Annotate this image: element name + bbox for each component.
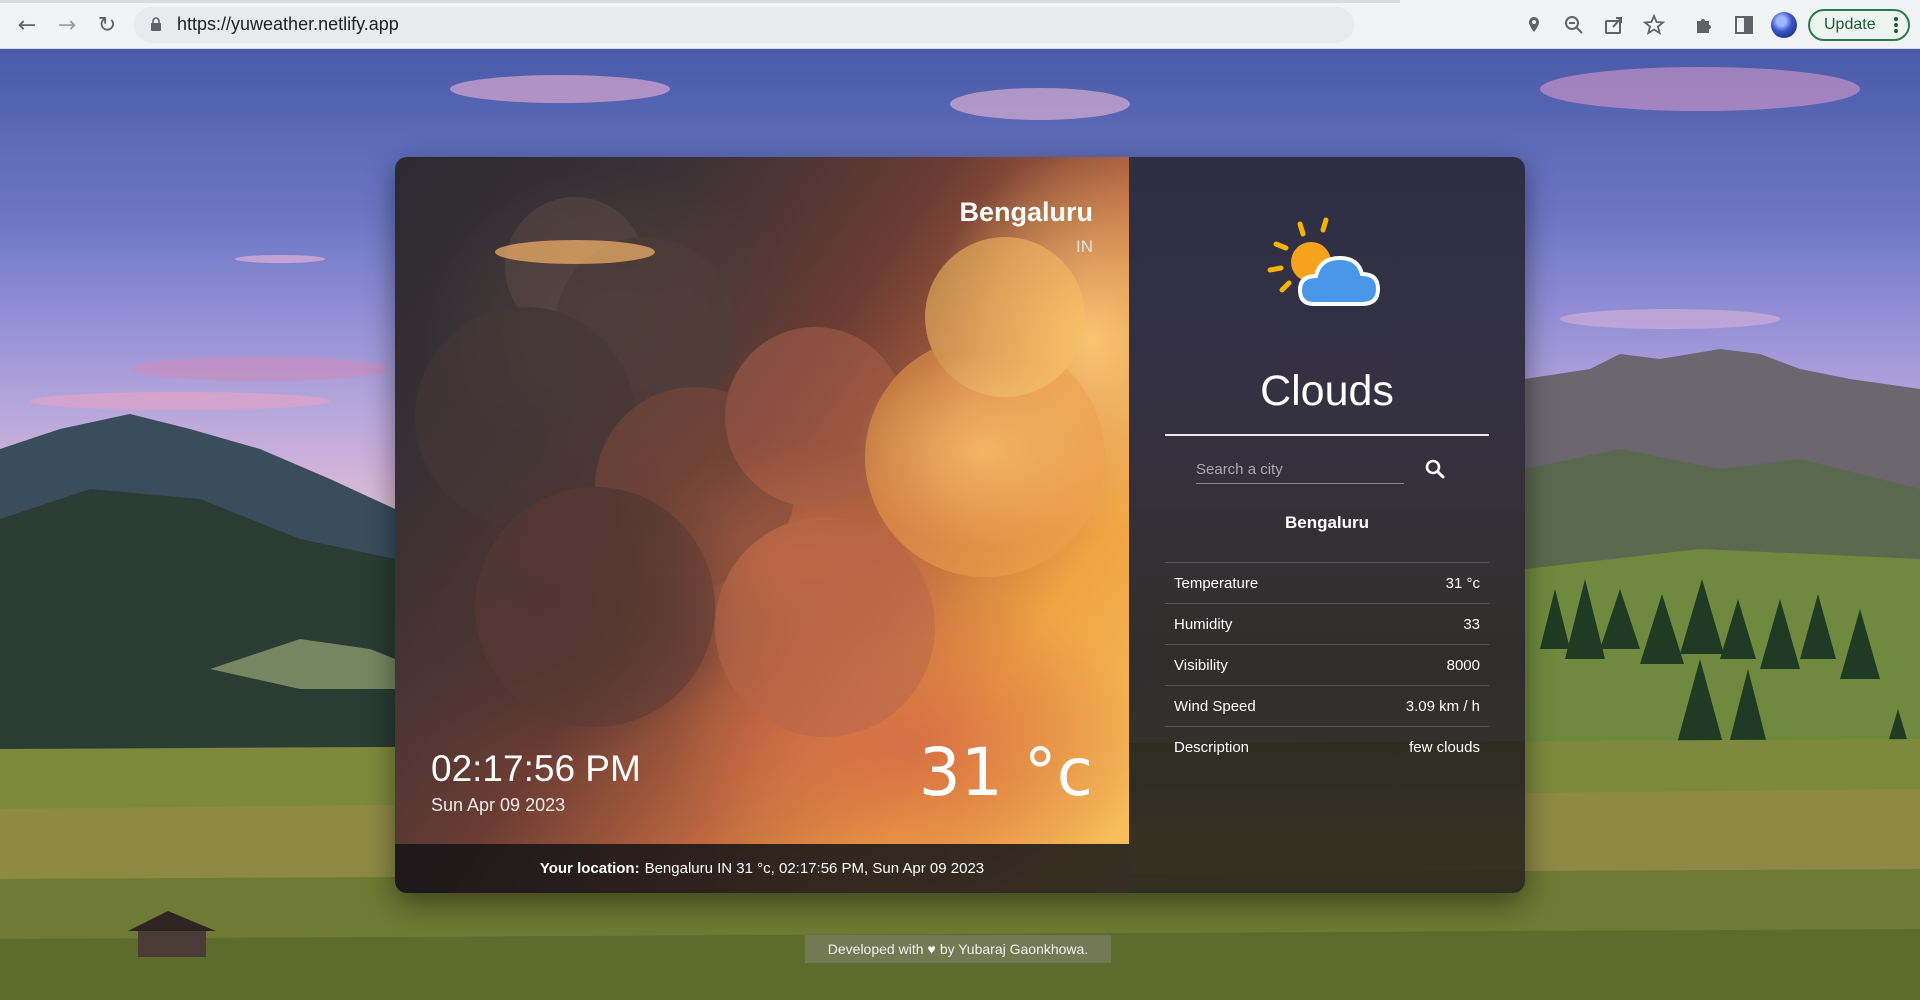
profile-avatar[interactable] <box>1771 12 1797 38</box>
browser-toolbar: ← → ↻ https://yuweather.netlify.app Upda… <box>0 0 1920 49</box>
weather-condition: Clouds <box>1260 367 1394 415</box>
big-temperature: 31 °c <box>918 734 1093 811</box>
detail-label: Wind Speed <box>1174 697 1256 715</box>
credit-prefix: Developed with <box>827 941 924 957</box>
location-summary-bar: Your location: Bengaluru IN 31 °c, 02:17… <box>395 844 1129 893</box>
location-pin-icon[interactable] <box>1521 12 1547 38</box>
detail-value: 31 °c <box>1445 574 1480 592</box>
developer-credit: Developed with ♥ by Yubaraj Gaonkhowa. <box>805 935 1111 963</box>
zoom-out-icon[interactable] <box>1561 12 1587 38</box>
lock-icon <box>151 17 161 31</box>
detail-value: 3.09 km / h <box>1405 697 1480 715</box>
current-date: Sun Apr 09 2023 <box>431 795 566 815</box>
weather-hero-panel: Bengaluru IN 02:17:56 PM Sun Apr 09 2023… <box>395 157 1129 893</box>
tab-strip-edge <box>0 0 1400 3</box>
current-time: 02:17:56 PM <box>431 748 641 789</box>
divider <box>1165 434 1489 436</box>
city-search-input[interactable] <box>1196 456 1404 484</box>
detail-row-humidity: Humidity 33 <box>1165 603 1489 644</box>
update-button-label: Update <box>1824 16 1876 33</box>
search-result-city: Bengaluru <box>1284 513 1370 532</box>
reload-icon[interactable]: ↻ <box>93 11 121 39</box>
location-label: Your location: <box>539 860 640 877</box>
url-text[interactable]: https://yuweather.netlify.app <box>177 14 399 35</box>
forward-icon[interactable]: → <box>53 11 81 39</box>
credit-suffix: by Yubaraj Gaonkhowa. <box>939 941 1089 957</box>
detail-value: few clouds <box>1409 738 1480 756</box>
detail-row-description: Description few clouds <box>1165 726 1489 767</box>
bookmark-star-icon[interactable] <box>1641 12 1667 38</box>
weather-card: Bengaluru IN 02:17:56 PM Sun Apr 09 2023… <box>395 157 1525 893</box>
detail-row-visibility: Visibility 8000 <box>1165 644 1489 685</box>
back-icon[interactable]: ← <box>13 11 41 39</box>
city-name: Bengaluru <box>959 197 1093 227</box>
detail-label: Visibility <box>1174 656 1228 674</box>
detail-row-temperature: Temperature 31 °c <box>1165 562 1489 603</box>
weather-details-table: Temperature 31 °c Humidity 33 Visibility… <box>1165 562 1489 767</box>
search-button[interactable] <box>1421 455 1449 483</box>
update-button[interactable]: Update <box>1808 9 1910 41</box>
detail-label: Humidity <box>1174 615 1233 633</box>
share-icon[interactable] <box>1601 12 1627 38</box>
country-code: IN <box>1076 237 1093 256</box>
heart-icon: ♥ <box>927 941 936 957</box>
sun-behind-cloud-icon <box>1267 217 1381 306</box>
detail-label: Description <box>1174 738 1250 756</box>
side-panel-icon[interactable] <box>1731 12 1757 38</box>
search-icon <box>1425 459 1445 479</box>
detail-label: Temperature <box>1174 574 1259 592</box>
weather-details-panel: Clouds Bengaluru Temperature 31 °c Humid… <box>1129 157 1525 893</box>
detail-value: 33 <box>1463 615 1480 633</box>
detail-row-wind-speed: Wind Speed 3.09 km / h <box>1165 685 1489 726</box>
detail-value: 8000 <box>1446 656 1480 674</box>
extensions-icon[interactable] <box>1691 12 1717 38</box>
location-text: Bengaluru IN 31 °c, 02:17:56 PM, Sun Apr… <box>644 860 985 877</box>
more-menu-icon[interactable] <box>1894 17 1898 33</box>
